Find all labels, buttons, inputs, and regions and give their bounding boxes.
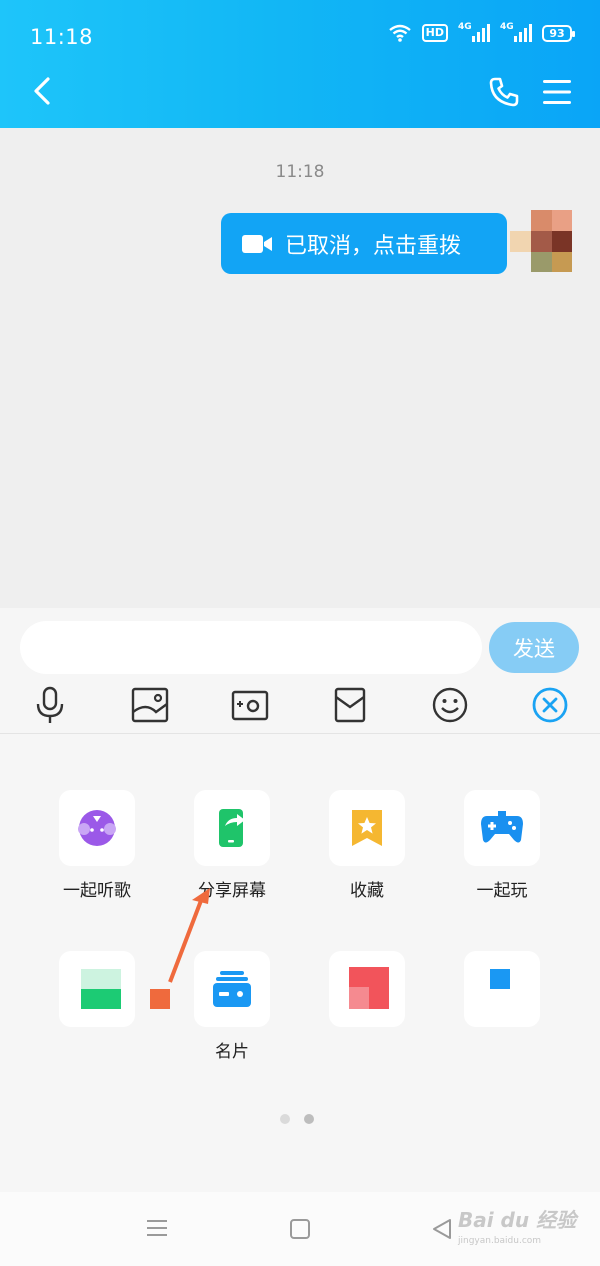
triangle-back-icon [433,1219,451,1239]
signal-icon: 4G [458,22,490,42]
battery-icon: 93 [542,24,575,42]
app-favorites[interactable]: 收藏 [317,790,417,901]
obscured-app-icon [464,951,540,1027]
mic-icon[interactable] [30,685,70,725]
page-dot[interactable] [280,1114,290,1124]
system-nav-bar: Bai du 经验 jingyan.baidu.com [0,1192,600,1266]
app-listen-together[interactable]: 一起听歌 [47,790,147,901]
red-packet-icon[interactable] [330,685,370,725]
chat-area: 11:18 已取消，点击重拨 [0,128,600,608]
music-together-icon [59,790,135,866]
share-screen-icon [194,790,270,866]
app-label: 一起玩 [476,881,528,901]
app-label: 一起听歌 [63,881,131,901]
app-play-together[interactable]: 一起玩 [452,790,552,901]
obscured-app-icon [329,951,405,1027]
signal-icon: 4G [500,22,532,42]
app-obscured-2[interactable] [317,951,417,1037]
status-icons: HD 4G 4G 93 [388,22,575,42]
home-icon [290,1219,310,1239]
page-indicator [280,1114,314,1124]
camera-icon[interactable] [230,685,270,725]
app-obscured-3[interactable] [452,951,552,1037]
header: 11:18 HD 4G 4G 93 [0,0,600,128]
image-icon[interactable] [130,685,170,725]
obscured-app-icon [59,951,135,1027]
back-nav-button[interactable] [430,1217,454,1245]
avatar[interactable] [510,210,572,272]
message-text: 已取消，点击重拨 [285,233,462,259]
app-label: 收藏 [350,881,384,901]
input-row: 发送 [0,608,600,733]
recent-apps-button[interactable] [146,1218,168,1242]
video-camera-icon [241,232,273,256]
back-button[interactable] [26,70,62,112]
watermark: Bai du 经验 jingyan.baidu.com [458,1208,577,1246]
message-timestamp: 11:18 [275,162,325,182]
chevron-left-icon [34,77,50,105]
hamburger-menu-icon [543,80,571,104]
send-button[interactable]: 发送 [489,622,579,673]
phone-icon [489,77,519,107]
hd-badge: HD [421,24,448,42]
home-button[interactable] [289,1218,311,1244]
status-time: 11:18 [30,25,94,49]
call-button[interactable] [486,74,522,110]
wifi-icon [388,24,411,42]
annotation-arrow [150,888,210,1009]
call-cancelled-message[interactable]: 已取消，点击重拨 [221,213,507,274]
emoji-icon[interactable] [430,685,470,725]
more-functions-panel: 一起听歌 分享屏幕 收藏 一起玩 名片 [0,733,600,1193]
menu-button[interactable] [540,76,574,108]
app-label: 名片 [215,1042,249,1062]
close-icon[interactable] [530,685,570,725]
message-input[interactable] [20,621,482,674]
recents-icon [147,1220,167,1236]
gamepad-icon [464,790,540,866]
favorites-icon [329,790,405,866]
app-obscured-1[interactable] [47,951,147,1037]
page-dot-active[interactable] [304,1114,314,1124]
